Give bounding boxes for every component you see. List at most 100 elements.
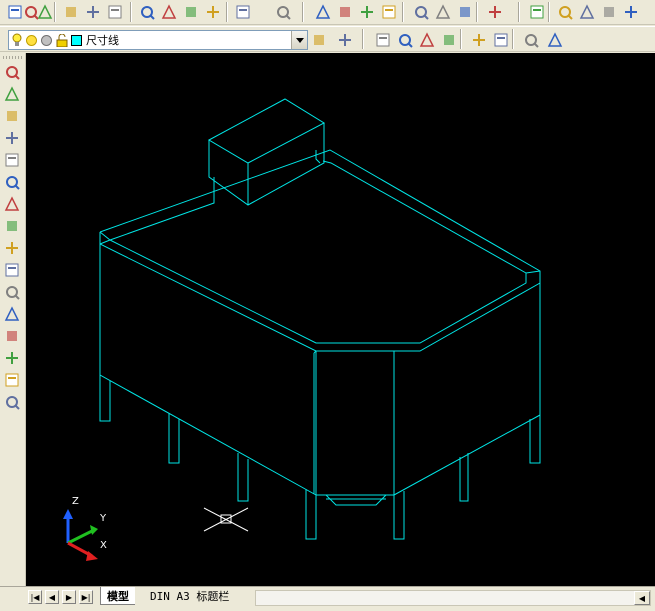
zoom-center-button[interactable] — [438, 29, 460, 51]
toolbar-separator — [130, 2, 132, 22]
lightbulb-icon[interactable] — [11, 33, 23, 47]
paste-button[interactable] — [180, 1, 202, 23]
prev-tab-button[interactable]: ◀ — [45, 590, 59, 604]
zoom-scale-button[interactable] — [416, 29, 438, 51]
zoom-previous-button[interactable] — [378, 1, 400, 23]
layer-combo[interactable]: 尺寸线 — [8, 30, 308, 50]
tool-palettes-button[interactable] — [454, 1, 476, 23]
top-view-button[interactable] — [554, 1, 576, 23]
pan-button[interactable] — [312, 1, 334, 23]
first-tab-button[interactable]: |◀ — [28, 590, 42, 604]
rotate-button[interactable] — [1, 193, 23, 215]
offset-button[interactable] — [1, 127, 23, 149]
toolbar-separator — [226, 2, 228, 22]
sun-icon[interactable] — [25, 34, 38, 47]
zoom-all-button[interactable] — [520, 29, 542, 51]
zoom-center-icon — [444, 35, 454, 45]
design-center-button[interactable] — [432, 1, 454, 23]
layer-name: 尺寸线 — [86, 34, 119, 47]
toolbar-separator — [302, 2, 304, 22]
left-view-icon — [604, 7, 614, 17]
copy-object-button[interactable] — [1, 83, 23, 105]
erase-button[interactable] — [1, 61, 23, 83]
redo-button[interactable] — [272, 1, 294, 23]
toolbar-separator — [518, 2, 520, 22]
roof-inner-edge — [109, 160, 527, 344]
plot-button[interactable] — [60, 1, 82, 23]
scale-button[interactable] — [1, 215, 23, 237]
cut-button[interactable] — [136, 1, 158, 23]
properties-button[interactable] — [410, 1, 432, 23]
layer-previous-icon — [339, 34, 351, 46]
color-swatch-icon[interactable] — [71, 34, 82, 46]
trim-button[interactable] — [1, 259, 23, 281]
help-button[interactable] — [484, 1, 506, 23]
last-icon: ▶| — [81, 592, 91, 602]
tab-layout-din-a3[interactable]: DIN A3 标题栏 — [144, 587, 235, 605]
leg — [393, 491, 405, 540]
join-button[interactable] — [1, 325, 23, 347]
zoom-dynamic-icon — [399, 34, 413, 48]
viewport-freeze-icon[interactable] — [40, 34, 53, 47]
copy-button[interactable] — [158, 1, 180, 23]
break-button[interactable] — [1, 303, 23, 325]
zoom-window-button[interactable] — [372, 29, 394, 51]
zoom-window-icon — [361, 6, 373, 18]
horizontal-scrollbar[interactable]: ◀ — [255, 590, 651, 606]
layer-manager-button[interactable] — [308, 29, 330, 51]
zoom-extents-button[interactable] — [544, 29, 566, 51]
next-tab-button[interactable]: ▶ — [62, 590, 76, 604]
stretch-icon — [6, 242, 18, 254]
model-space-viewport[interactable]: Z Y X — [26, 53, 655, 586]
tab-model[interactable]: 模型 — [100, 587, 135, 605]
explode-button[interactable] — [1, 391, 23, 413]
crosshair-cursor — [203, 507, 249, 532]
move-button[interactable] — [1, 171, 23, 193]
fillet-button[interactable] — [1, 369, 23, 391]
last-tab-button[interactable]: ▶| — [79, 590, 93, 604]
zoom-previous-icon — [382, 5, 396, 19]
zoom-dynamic-button[interactable] — [394, 29, 416, 51]
undo-button[interactable] — [232, 1, 254, 23]
zoom-all-icon — [525, 34, 539, 48]
mirror-button[interactable] — [1, 105, 23, 127]
chamfer-button[interactable] — [1, 347, 23, 369]
match-properties-button[interactable] — [202, 1, 224, 23]
scroll-left-button[interactable]: ◀ — [634, 591, 650, 605]
toolbar-separator — [402, 2, 404, 22]
stretch-button[interactable] — [1, 237, 23, 259]
save-button[interactable] — [34, 1, 56, 23]
toolbar-grip[interactable] — [3, 56, 23, 59]
lock-icon[interactable] — [55, 33, 69, 47]
iso-view-button[interactable] — [620, 1, 642, 23]
erase-icon — [6, 66, 20, 80]
zoom-in-button[interactable] — [468, 29, 490, 51]
zoom-window-button[interactable] — [356, 1, 378, 23]
help-icon — [489, 6, 501, 18]
plot-icon — [66, 7, 76, 17]
zoom-in-icon — [473, 34, 485, 46]
named-views-icon — [530, 5, 544, 19]
prev-icon: ◀ — [48, 592, 56, 602]
array-button[interactable] — [1, 149, 23, 171]
layer-previous-button[interactable] — [334, 29, 356, 51]
design-center-icon — [435, 4, 451, 19]
first-icon: |◀ — [30, 592, 40, 602]
match-properties-icon — [207, 6, 219, 18]
leg — [459, 453, 469, 502]
cut-icon — [141, 6, 155, 20]
layer-dropdown-button[interactable] — [291, 31, 307, 49]
leg — [168, 413, 180, 464]
left-view-button[interactable] — [598, 1, 620, 23]
zoom-window-icon — [376, 33, 390, 47]
named-views-button[interactable] — [526, 1, 548, 23]
front-view-button[interactable] — [576, 1, 598, 23]
extend-button[interactable] — [1, 281, 23, 303]
zoom-realtime-button[interactable] — [334, 1, 356, 23]
iso-view-icon — [625, 6, 637, 18]
zoom-out-button[interactable] — [490, 29, 512, 51]
drawing-canvas[interactable]: Z Y X — [26, 53, 655, 586]
roof-outline — [99, 149, 541, 352]
publish-button[interactable] — [104, 1, 126, 23]
plot-preview-button[interactable] — [82, 1, 104, 23]
